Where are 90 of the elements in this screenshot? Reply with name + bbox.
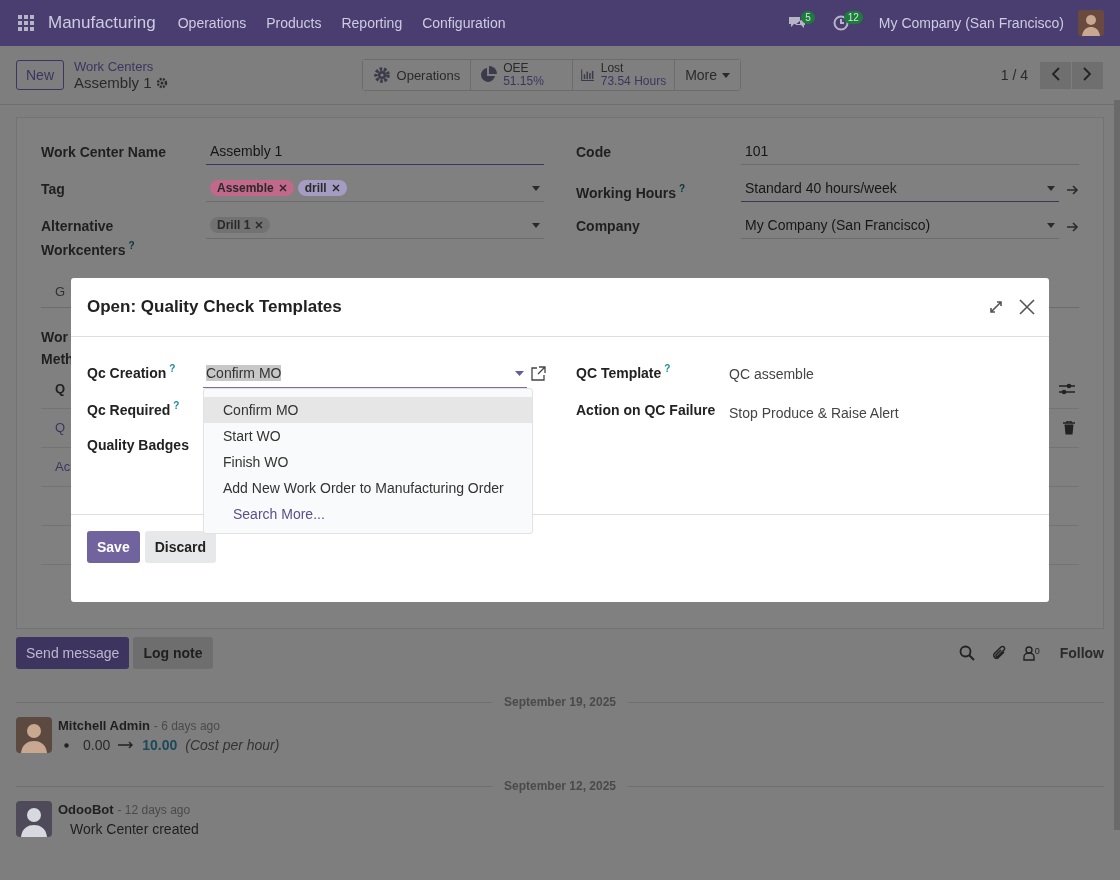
apps-grid-icon[interactable] xyxy=(18,15,34,31)
new-value: 10.00 xyxy=(142,737,178,753)
tag-chip[interactable]: Assemble xyxy=(210,180,294,196)
arrow-right-icon xyxy=(118,741,135,749)
menu-item[interactable]: Reporting xyxy=(341,15,403,31)
field-label: Quality Badges xyxy=(87,437,190,453)
input-field[interactable]: Assembly 1 xyxy=(206,138,544,165)
previous-button[interactable] xyxy=(1040,61,1072,89)
menu-item[interactable]: Configuration xyxy=(422,15,506,31)
pager-counter: 1 / 4 xyxy=(1000,67,1028,83)
caret-icon xyxy=(722,72,731,78)
caret-icon[interactable] xyxy=(515,370,524,376)
select-field[interactable]: My Company (San Francisco) xyxy=(741,212,1059,239)
input-field[interactable]: 101 xyxy=(741,138,1079,165)
field-label: Alternative Workcenters $^{?}$ xyxy=(41,217,136,260)
author-name[interactable]: Mitchell Admin xyxy=(58,718,150,733)
author-name[interactable]: OdooBot xyxy=(58,802,114,817)
user-icon[interactable] xyxy=(1022,645,1035,661)
arrow-right-icon[interactable] xyxy=(1067,222,1079,232)
field-value: QC assemble xyxy=(729,366,814,382)
message-count-badge: 5 xyxy=(801,10,815,24)
follow-button[interactable]: Follow xyxy=(1059,645,1104,661)
dialog-title: Open: Quality Check Templates xyxy=(87,297,342,317)
table-cell: Ac xyxy=(55,459,71,475)
field-label: Qc Required $^{?}$ xyxy=(87,400,181,418)
tag-chip[interactable]: Drill 1 xyxy=(210,217,271,233)
tag-chip[interactable]: drill xyxy=(297,180,347,196)
user-avatar[interactable] xyxy=(1078,10,1104,36)
clock-icon[interactable] xyxy=(832,15,849,31)
trash-icon[interactable] xyxy=(1063,420,1075,435)
field-label: Qc Creation $^{?}$ xyxy=(87,363,177,381)
field-label: Action on QC Failure xyxy=(576,402,717,418)
dropdown-option[interactable]: Confirm MO xyxy=(204,397,532,423)
next-button[interactable] xyxy=(1072,61,1104,89)
settings-icon[interactable] xyxy=(155,76,168,89)
field-label: Work Center Name xyxy=(41,143,167,162)
follower-count: 0 xyxy=(1034,645,1040,656)
activity-count-badge: 12 xyxy=(843,10,863,24)
chevron-right-icon xyxy=(1083,66,1092,81)
caret-icon[interactable] xyxy=(532,222,540,228)
pie-chart-icon xyxy=(479,66,498,84)
caret-icon[interactable] xyxy=(1047,222,1055,228)
field-label: Working Hours $^{?}$ xyxy=(576,182,687,203)
remove-icon[interactable] xyxy=(278,184,287,192)
search-icon[interactable] xyxy=(958,645,975,661)
bullet-icon xyxy=(64,742,69,748)
log-note-button[interactable]: Log note xyxy=(133,637,213,669)
avatar xyxy=(16,717,52,753)
gear-icon xyxy=(372,66,391,84)
select-field[interactable]: Standard 40 hours/week xyxy=(741,175,1059,202)
discard-button[interactable]: Discard xyxy=(144,531,217,563)
column-header[interactable]: Q xyxy=(55,381,66,397)
chevron-left-icon xyxy=(1051,66,1060,81)
table-cell: Q xyxy=(55,420,66,436)
expand-icon[interactable] xyxy=(989,300,1003,314)
old-value: 0.00 xyxy=(83,737,111,753)
search-more-link[interactable]: Search More... xyxy=(204,501,532,527)
tags-field[interactable]: Assemble drill xyxy=(206,175,544,202)
tags-field[interactable]: Drill 1 xyxy=(206,212,544,239)
company-switcher[interactable]: My Company (San Francisco) xyxy=(878,15,1064,31)
breadcrumb-link[interactable]: Work Centers xyxy=(74,59,168,74)
paperclip-icon[interactable] xyxy=(990,645,1007,661)
close-icon[interactable] xyxy=(1019,299,1035,315)
record-title: Assembly 1 xyxy=(74,74,152,91)
field-name: (Cost per hour) xyxy=(185,737,280,753)
dropdown-option[interactable]: Add New Work Order to Manufacturing Order xyxy=(204,475,532,501)
dropdown-option[interactable]: Finish WO xyxy=(204,449,532,475)
sliders-icon[interactable] xyxy=(1059,381,1075,396)
field-value: Stop Produce & Raise Alert xyxy=(729,405,899,421)
field-label: Company xyxy=(576,217,641,236)
save-button[interactable]: Save xyxy=(87,531,140,563)
caret-icon[interactable] xyxy=(532,185,540,191)
arrow-right-icon[interactable] xyxy=(1067,185,1079,195)
message-text: Work Center created xyxy=(70,821,199,837)
app-name[interactable]: Manufacturing xyxy=(48,13,156,33)
field-label: QC Template $^{?}$ xyxy=(576,363,672,381)
operations-button[interactable]: Operations xyxy=(362,60,472,90)
send-message-button[interactable]: Send message xyxy=(16,637,130,669)
new-button[interactable]: New xyxy=(16,60,64,90)
remove-icon[interactable] xyxy=(255,221,264,229)
field-label: Tag xyxy=(41,180,66,199)
avatar xyxy=(16,801,52,837)
external-link-icon[interactable] xyxy=(531,366,546,381)
field-label: Code xyxy=(576,143,612,162)
caret-icon[interactable] xyxy=(1047,185,1055,191)
remove-icon[interactable] xyxy=(331,184,340,192)
dropdown-option[interactable]: Start WO xyxy=(204,423,532,449)
notebook-tab[interactable]: G xyxy=(55,277,66,307)
menu-item[interactable]: Operations xyxy=(177,15,247,31)
menu-item[interactable]: Products xyxy=(266,15,322,31)
